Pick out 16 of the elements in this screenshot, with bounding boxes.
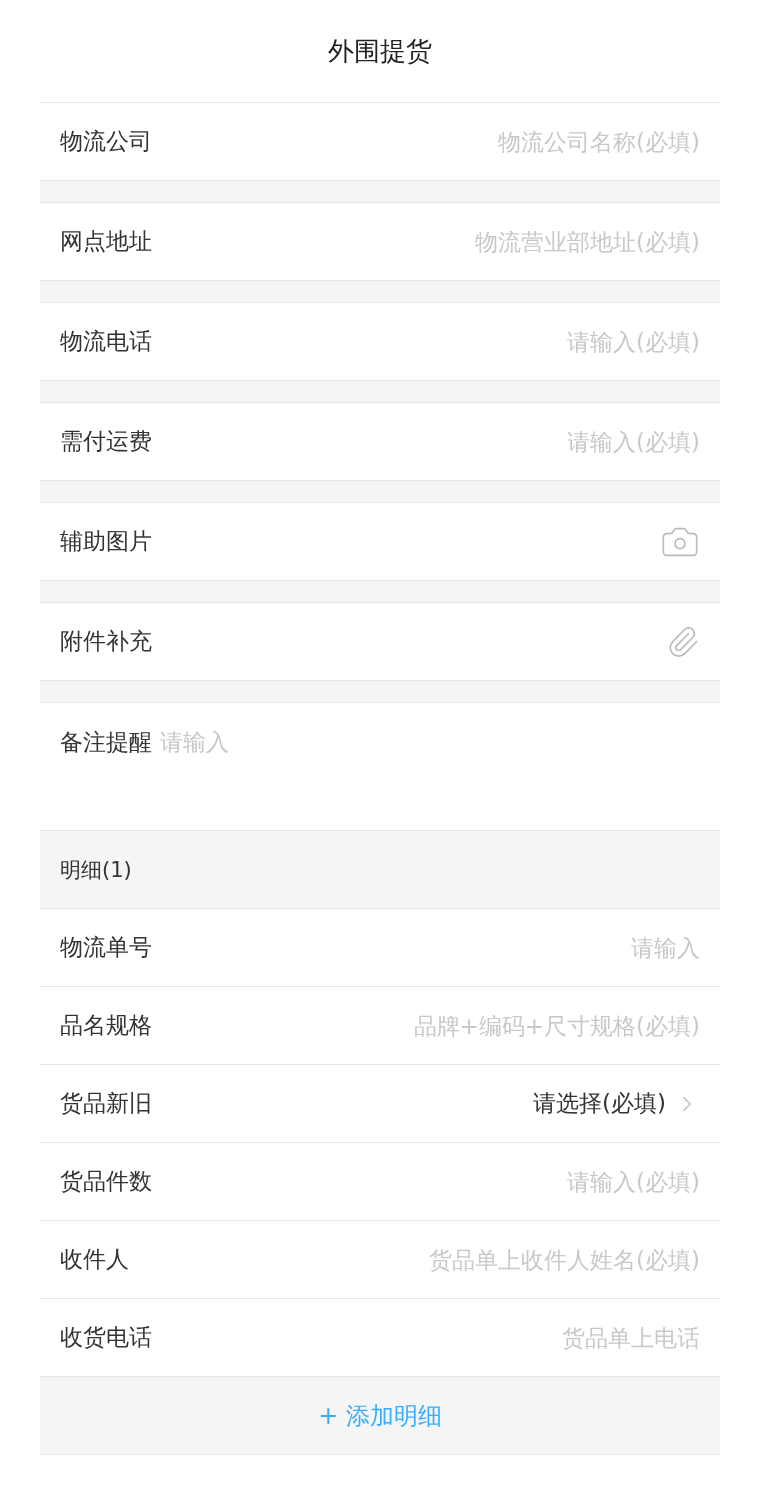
select-field[interactable]: 请选择(必填) [533,1088,700,1119]
field-label: 物流电话 [60,327,152,356]
field-label: 辅助图片 [60,527,152,556]
field-label: 货品新旧 [60,1089,152,1118]
paperclip-icon[interactable] [666,624,700,659]
field-label: 货品件数 [60,1167,152,1196]
field-label: 网点地址 [60,227,152,256]
field-label: 备注提醒 [60,728,152,757]
field-label: 需付运费 [60,427,152,456]
field-label: 收件人 [60,1245,129,1274]
field-label: 物流单号 [60,933,152,962]
field-label: 品名规格 [60,1011,152,1040]
field-label: 收货电话 [60,1323,152,1352]
field-label: 附件补充 [60,627,152,656]
section-title: 明细(1) [60,856,132,884]
field-label: 物流公司 [60,127,152,156]
